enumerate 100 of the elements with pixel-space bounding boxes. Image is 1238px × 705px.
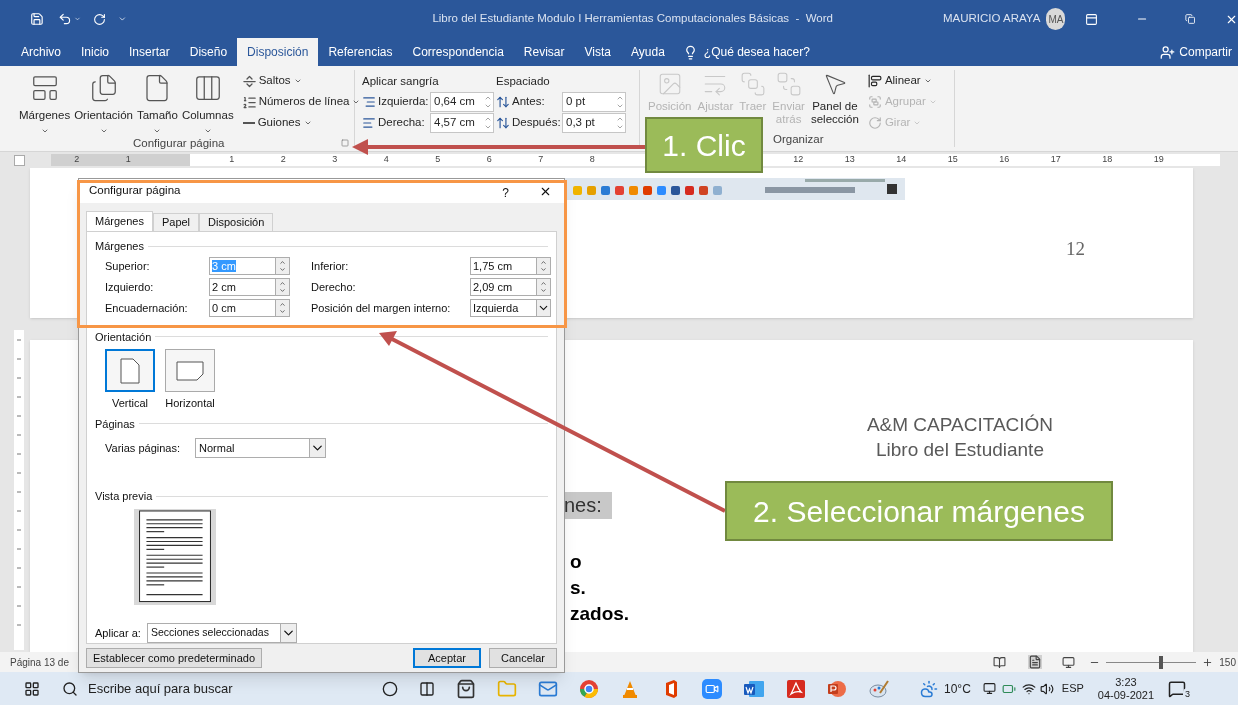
dropdown-field[interactable]: Secciones seleccionadas bbox=[147, 623, 297, 643]
caret-icon bbox=[309, 439, 325, 457]
ribbon-button[interactable]: Márgenes bbox=[17, 72, 73, 136]
field-label: Derecha: bbox=[378, 115, 426, 131]
cancel-button[interactable]: Cancelar bbox=[489, 648, 557, 668]
print-layout-icon[interactable] bbox=[1028, 655, 1043, 669]
user-name: MAURICIO ARAYA bbox=[943, 11, 1041, 27]
dialog-tab[interactable]: Márgenes bbox=[86, 211, 153, 231]
ribbon-button[interactable]: Panel de selección bbox=[807, 70, 862, 126]
palette-icon[interactable] bbox=[868, 678, 890, 699]
volume-icon[interactable] bbox=[1039, 681, 1054, 696]
header-text: Libro del Estudiante bbox=[876, 438, 1044, 462]
ruler-number: 8 bbox=[588, 153, 596, 167]
ruler-number: 1 bbox=[124, 153, 132, 167]
ribbon-display-icon[interactable] bbox=[1085, 11, 1099, 27]
share-icon bbox=[1160, 44, 1176, 60]
wifi-icon[interactable] bbox=[1021, 681, 1036, 696]
ok-button[interactable]: Aceptar bbox=[413, 648, 481, 668]
language-indicator[interactable]: ESP bbox=[1061, 680, 1084, 697]
task-view-icon[interactable] bbox=[419, 680, 435, 697]
browser-icon[interactable] bbox=[579, 678, 599, 699]
ribbon-tab[interactable]: Correspondencia bbox=[402, 38, 514, 66]
monitor-icon[interactable] bbox=[982, 682, 996, 695]
ruler-number: 15 bbox=[946, 153, 959, 167]
ruler-number: 4 bbox=[382, 153, 390, 167]
page-number: 12 bbox=[1066, 237, 1085, 261]
ribbon-button[interactable]: Alinear bbox=[867, 72, 937, 90]
field-label: Varias páginas: bbox=[105, 440, 181, 456]
restore-icon[interactable] bbox=[1184, 13, 1195, 25]
ribbon-tab[interactable]: Vista bbox=[574, 38, 621, 66]
indent-icon bbox=[362, 95, 376, 109]
spin-field[interactable]: 2 cm bbox=[209, 278, 290, 296]
ribbon-button[interactable]: Columnas bbox=[179, 72, 236, 136]
field-label: Después: bbox=[512, 115, 560, 131]
ribbon-tab[interactable]: Referencias bbox=[318, 38, 403, 66]
save-icon[interactable] bbox=[30, 11, 44, 27]
dropdown-field[interactable]: Normal bbox=[195, 438, 326, 458]
bag-icon[interactable] bbox=[456, 678, 476, 699]
zoom-slider-thumb[interactable] bbox=[1158, 655, 1163, 669]
user-avatar[interactable]: MA bbox=[1046, 8, 1066, 30]
zoom-in-icon[interactable] bbox=[1202, 656, 1214, 668]
send-backward-icon bbox=[775, 70, 802, 98]
clock[interactable]: 3:23 04-09-2021 bbox=[1097, 675, 1155, 702]
dialog-tab[interactable]: Disposición bbox=[199, 213, 274, 231]
ruler-number: 5 bbox=[434, 153, 442, 167]
ribbon-tab[interactable]: Ayuda bbox=[621, 38, 675, 66]
help-button[interactable]: ? bbox=[502, 187, 509, 199]
ribbon-tab[interactable]: Insertar bbox=[119, 38, 180, 66]
read-mode-icon[interactable] bbox=[993, 655, 1007, 669]
number-field[interactable]: 0 pt bbox=[562, 92, 626, 112]
slides-app-icon[interactable] bbox=[827, 678, 847, 699]
number-field[interactable]: 0,3 pt bbox=[562, 113, 626, 133]
field-label: Inferior: bbox=[311, 258, 350, 274]
ruler-number: 12 bbox=[792, 153, 805, 167]
spin-field[interactable]: 1,75 cm bbox=[470, 257, 551, 275]
video-camera-icon[interactable] bbox=[702, 678, 722, 699]
ribbon-tab[interactable]: Revisar bbox=[513, 38, 575, 66]
spin-field[interactable]: 0 cm bbox=[209, 299, 290, 317]
document-app-icon[interactable] bbox=[743, 678, 765, 699]
ribbon-button[interactable]: Orientación bbox=[72, 72, 135, 136]
field-label: Aplicar a: bbox=[95, 625, 142, 641]
customize-caret-icon[interactable] bbox=[117, 14, 127, 24]
search-field[interactable]: Escribe aquí para buscar bbox=[62, 678, 372, 699]
share-button[interactable]: Compartir bbox=[1179, 43, 1232, 61]
number-field[interactable]: 0,64 cm bbox=[430, 92, 494, 112]
dropdown-field[interactable]: Izquierda bbox=[470, 299, 551, 317]
ribbon-tab[interactable]: Diseño bbox=[179, 38, 238, 66]
ribbon-button[interactable]: Números de línea bbox=[241, 93, 361, 111]
spin-field[interactable]: 2,09 cm bbox=[470, 278, 551, 296]
set-default-button[interactable]: Establecer como predeterminado bbox=[86, 648, 263, 668]
start-icon[interactable] bbox=[24, 680, 40, 697]
temperature[interactable]: 10°C bbox=[944, 679, 971, 698]
dialog-tab[interactable]: Papel bbox=[152, 213, 200, 231]
field-label: Derecho: bbox=[311, 279, 357, 295]
page-count[interactable]: Página 13 de bbox=[10, 654, 69, 670]
ruler-number: 16 bbox=[998, 153, 1011, 167]
spacing-icon bbox=[496, 95, 510, 109]
ribbon-button[interactable]: Guiones bbox=[241, 114, 361, 132]
notifications-icon[interactable] bbox=[1168, 679, 1187, 698]
redo-icon[interactable] bbox=[92, 11, 106, 27]
tell-me-field[interactable]: ¿Qué desea hacer? bbox=[703, 43, 810, 61]
group-icon bbox=[867, 95, 882, 109]
ribbon-tab[interactable]: Archivo bbox=[11, 38, 71, 66]
body-text: s. bbox=[570, 576, 587, 600]
zoom-level[interactable]: 150 bbox=[1219, 654, 1236, 670]
ribbon-tab[interactable]: Disposición bbox=[237, 38, 319, 66]
web-layout-icon[interactable] bbox=[1062, 655, 1076, 669]
ribbon-button[interactable]: Saltos bbox=[241, 72, 361, 90]
circle-icon[interactable] bbox=[382, 680, 398, 697]
numbered-list-icon bbox=[241, 94, 257, 110]
header-text: A&M CAPACITACIÓN bbox=[866, 413, 1054, 437]
number-field[interactable]: 4,57 cm bbox=[430, 113, 494, 133]
dialog-title: Configurar página bbox=[89, 183, 181, 199]
section-heading: Orientación bbox=[95, 329, 152, 345]
undo-icon[interactable] bbox=[57, 11, 72, 27]
search-icon bbox=[62, 680, 78, 697]
weather-icon[interactable] bbox=[920, 679, 938, 698]
ribbon-tab[interactable]: Inicio bbox=[71, 38, 120, 66]
ribbon-button[interactable]: Tamaño bbox=[134, 72, 180, 136]
ruler-number: 1 bbox=[228, 153, 236, 167]
